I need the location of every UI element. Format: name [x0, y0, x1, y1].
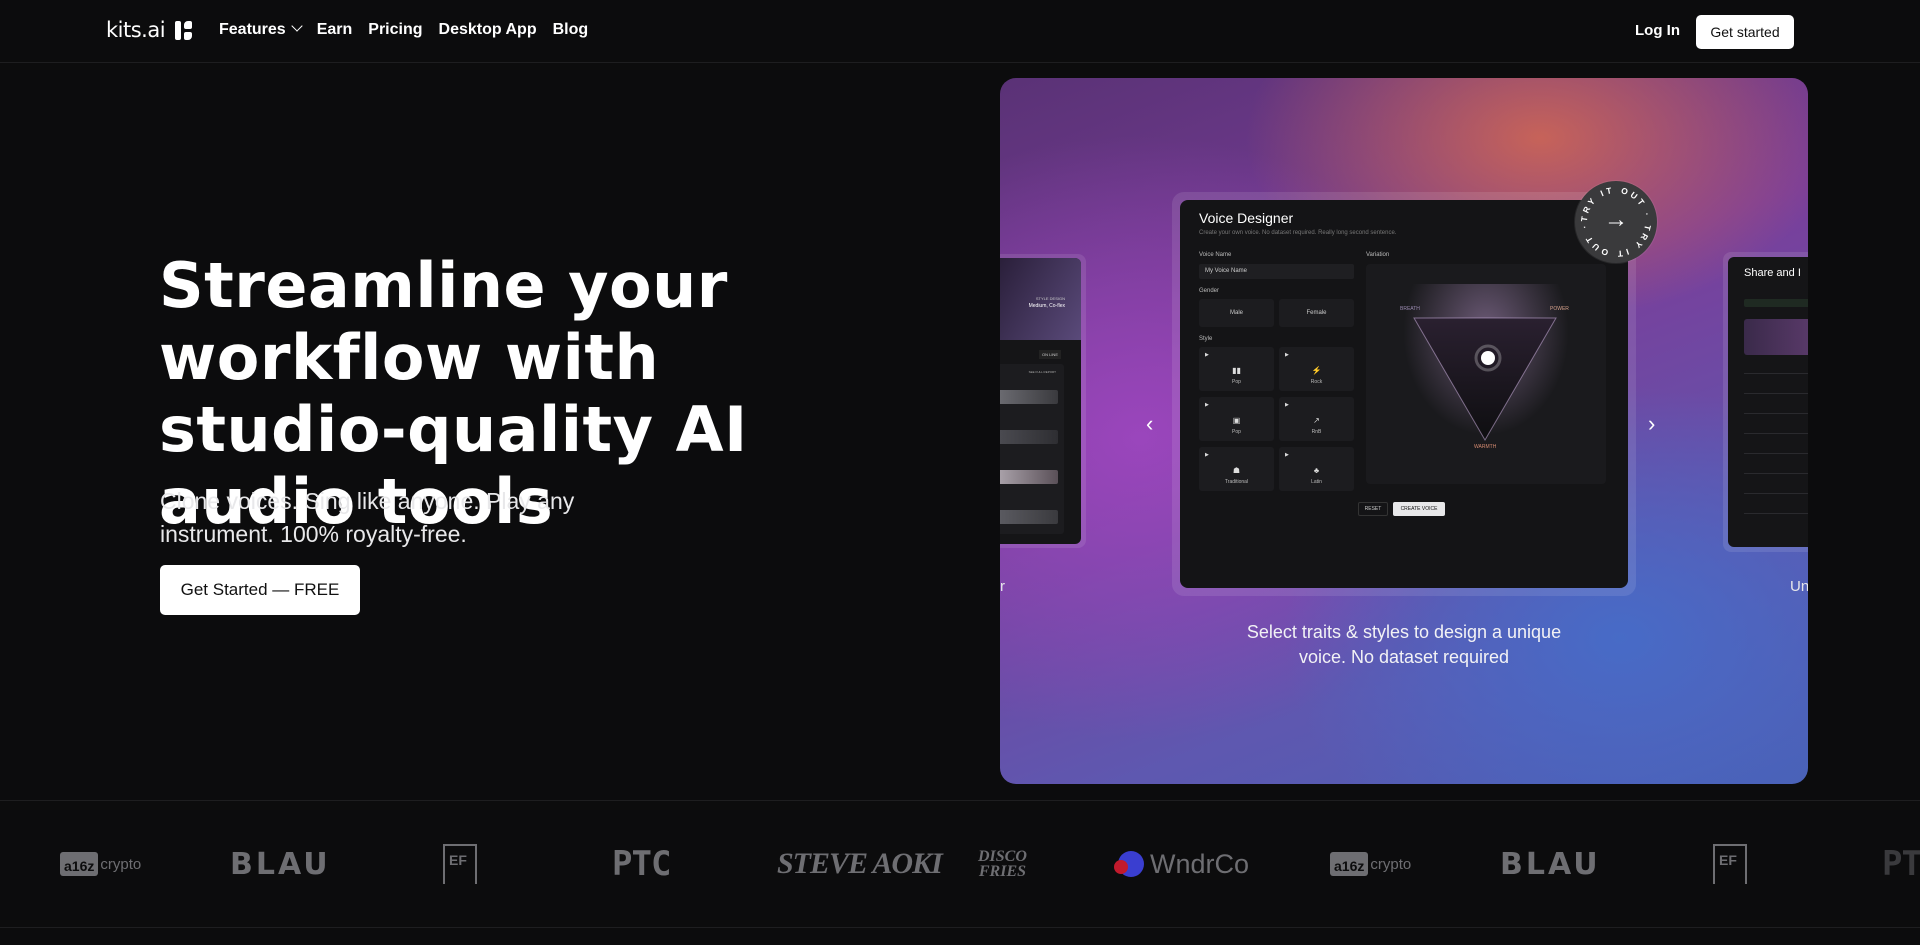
radio-icon: ▣	[1232, 416, 1241, 425]
nav-desktop-app[interactable]: Desktop App	[439, 21, 537, 39]
nav-earn[interactable]: Earn	[317, 21, 353, 39]
carousel-prev-button[interactable]: ‹	[1146, 411, 1153, 437]
mic-icon: ↗	[1313, 416, 1320, 425]
create-voice-button[interactable]: CREATE VOICE	[1393, 502, 1445, 516]
gender-female-option[interactable]: Female	[1279, 299, 1354, 327]
feature-carousel: STYLE DESIGN Medium, Co-flex ON LINE SEE…	[1000, 78, 1808, 784]
left-card-sub: SEE FULL REPORT	[1028, 370, 1056, 374]
left-card-top: STYLE DESIGN	[1035, 296, 1065, 301]
next-slide-card[interactable]: Share and I	[1723, 252, 1808, 552]
style-option-label: Latin	[1311, 479, 1322, 485]
arrow-right-icon: →	[1604, 206, 1628, 233]
style-option-label: RnB	[1311, 429, 1322, 435]
style-option-traditional[interactable]: ▶ ☗ Traditional	[1199, 447, 1274, 491]
style-option-label: Pop	[1232, 429, 1241, 435]
style-option-latin[interactable]: ▶ ♣ Latin	[1279, 447, 1354, 491]
nav-blog[interactable]: Blog	[553, 21, 589, 39]
axis-power: POWER	[1550, 306, 1569, 312]
style-option-label: Traditional	[1224, 479, 1249, 485]
gender-male-option[interactable]: Male	[1199, 299, 1274, 327]
get-started-button[interactable]: Get started	[1696, 15, 1794, 49]
logo-disco-fries: DISCO FRIES	[978, 848, 1027, 880]
hero-subtitle: Clone voices. Sing like anyone. Play any…	[160, 488, 575, 547]
bars-icon: ▮▮	[1232, 366, 1241, 375]
nav-pricing[interactable]: Pricing	[368, 21, 422, 39]
voice-designer-panel: Voice Designer Create your own voice. No…	[1180, 200, 1628, 588]
reset-button[interactable]: RESET	[1358, 502, 1388, 516]
left-card-header: STYLE DESIGN Medium, Co-flex	[1000, 258, 1081, 340]
try-it-out-badge[interactable]: TRY IT OUT · TRY IT OUT · →	[1575, 181, 1657, 263]
logo-mark-icon	[175, 20, 193, 40]
get-started-free-button[interactable]: Get Started — FREE	[160, 565, 360, 615]
logo-ef: EF	[443, 841, 477, 887]
variation-triangle	[1413, 317, 1557, 441]
carousel-next-button[interactable]: ›	[1648, 411, 1655, 437]
style-option-pop-2[interactable]: ▶ ▣ Pop	[1199, 397, 1274, 441]
voice-designer-card: Voice Designer Create your own voice. No…	[1172, 192, 1636, 596]
right-card-title: Share and I	[1744, 267, 1801, 279]
style-option-rnb[interactable]: ▶ ↗ RnB	[1279, 397, 1354, 441]
login-link[interactable]: Log In	[1635, 22, 1680, 39]
logo-steve-aoki: STEVE AOKI	[777, 847, 943, 880]
logo-wndrco: WndrCo	[1114, 841, 1249, 887]
voice-designer-subtitle: Create your own voice. No dataset requir…	[1199, 230, 1397, 236]
style-option-pop[interactable]: ▶ ▮▮ Pop	[1199, 347, 1274, 391]
prev-slide-card[interactable]: STYLE DESIGN Medium, Co-flex ON LINE SEE…	[1000, 254, 1086, 548]
logo-ptc: PTC	[612, 844, 671, 884]
partner-logos-strip: a16z crypto BLAU EF PTC STEVE AOKI DISCO …	[0, 800, 1920, 928]
logo-ef-2: EF	[1713, 841, 1747, 887]
nav-features[interactable]: Features	[219, 20, 303, 39]
voice-name-input[interactable]: My Voice Name	[1199, 264, 1354, 279]
bolt-icon: ⚡	[1311, 366, 1322, 375]
variation-pad[interactable]: BREATH POWER WARMTH	[1366, 264, 1606, 484]
nav-features-label: Features	[219, 21, 286, 38]
style-option-label: Rock	[1310, 379, 1323, 385]
left-card-list: SEE FULL REPORT	[1000, 364, 1064, 534]
next-slide-caption: Un	[1790, 578, 1808, 595]
drum-icon: ☗	[1232, 466, 1241, 475]
gender-label: Gender	[1199, 288, 1220, 294]
slide-caption: Select traits & styles to design a uniqu…	[1246, 622, 1562, 667]
axis-warmth: WARMTH	[1474, 444, 1497, 450]
logo-a16z-crypto: a16z crypto	[60, 841, 141, 887]
voice-name-label: Voice Name	[1199, 252, 1232, 258]
maracas-icon: ♣	[1313, 466, 1320, 475]
logo-blau-2: BLAU	[1500, 846, 1601, 882]
left-card-meta: Medium, Co-flex	[1028, 303, 1065, 309]
logo-blau: BLAU	[230, 846, 331, 882]
nav-links: Features Earn Pricing Desktop App Blog	[219, 20, 589, 39]
logo-text: kits.ai	[106, 18, 166, 42]
variation-label: Variation	[1366, 252, 1390, 258]
style-option-rock[interactable]: ▶ ⚡ Rock	[1279, 347, 1354, 391]
kits-logo[interactable]: kits.ai	[106, 18, 193, 42]
logo-ptc-2: PT	[1882, 844, 1920, 884]
top-nav: kits.ai Features Earn Pricing Desktop Ap…	[0, 0, 1920, 63]
axis-breath: BREATH	[1400, 306, 1420, 312]
left-card-badge: ON LINE	[1038, 350, 1061, 359]
style-option-label: Pop	[1232, 379, 1241, 385]
prev-slide-caption: r	[1000, 578, 1005, 595]
chevron-down-icon	[291, 20, 303, 32]
style-label: Style	[1199, 336, 1213, 342]
voice-designer-title: Voice Designer	[1199, 210, 1294, 226]
logo-a16z-crypto-2: a16z crypto	[1330, 841, 1411, 887]
